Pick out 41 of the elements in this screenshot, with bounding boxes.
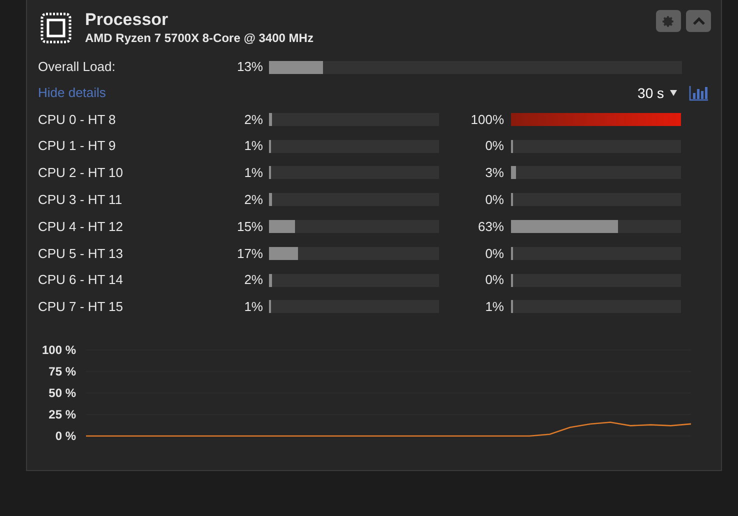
core-load-value: 1%: [243, 298, 263, 316]
time-range-dropdown[interactable]: 30 s: [638, 82, 677, 104]
cpu-name: CPU 7 - HT 15: [38, 298, 124, 316]
settings-button[interactable]: [656, 10, 681, 32]
card-title: Processor: [85, 10, 170, 30]
caret-icon: [670, 90, 677, 96]
cpu-name: CPU 2 - HT 10: [38, 164, 124, 182]
processor-model: AMD Ryzen 7 5700X 8-Core @ 3400 MHz: [85, 30, 314, 46]
thread-load-value: 63%: [476, 218, 504, 236]
axis-tick-label: 0 %: [55, 429, 76, 444]
cpu-name: CPU 6 - HT 14: [38, 271, 124, 290]
thread-load-value: 100%: [470, 110, 504, 129]
cpu-name: CPU 0 - HT 8: [38, 110, 117, 129]
axis-tick-label: 75 %: [48, 364, 76, 379]
cpu-name: CPU 1 - HT 9: [38, 137, 117, 156]
core-load-value: 2%: [243, 191, 263, 210]
cpu-name: CPU 5 - HT 13: [38, 244, 124, 263]
cpu-name: CPU 3 - HT 11: [38, 191, 124, 210]
cpu-name: CPU 4 - HT 12: [38, 218, 124, 236]
core-load-value: 1%: [243, 164, 263, 182]
overall-load-value: 13%: [236, 58, 263, 76]
chip-icon: [38, 10, 74, 46]
axis-tick-label: 100 %: [42, 343, 76, 358]
thread-load-value: 3%: [484, 164, 504, 182]
thread-load-value: 0%: [484, 191, 504, 210]
core-load-value: 15%: [236, 218, 263, 236]
bar-chart-icon[interactable]: [689, 85, 709, 101]
core-load-value: 2%: [243, 271, 263, 290]
collapse-button[interactable]: [686, 10, 711, 32]
thread-load-value: 0%: [484, 271, 504, 290]
overall-load-label: Overall Load:: [38, 58, 116, 76]
axis-tick-label: 50 %: [48, 386, 76, 400]
thread-load-value: 0%: [484, 137, 504, 156]
thread-load-value: 0%: [484, 244, 504, 263]
chevron-up-icon: [692, 16, 706, 26]
core-load-value: 1%: [243, 137, 263, 156]
gear-icon: [662, 14, 675, 28]
core-load-value: 17%: [236, 244, 263, 263]
axis-tick-label: 25 %: [48, 408, 76, 422]
thread-load-value: 1%: [484, 298, 504, 316]
core-load-value: 2%: [243, 110, 263, 129]
